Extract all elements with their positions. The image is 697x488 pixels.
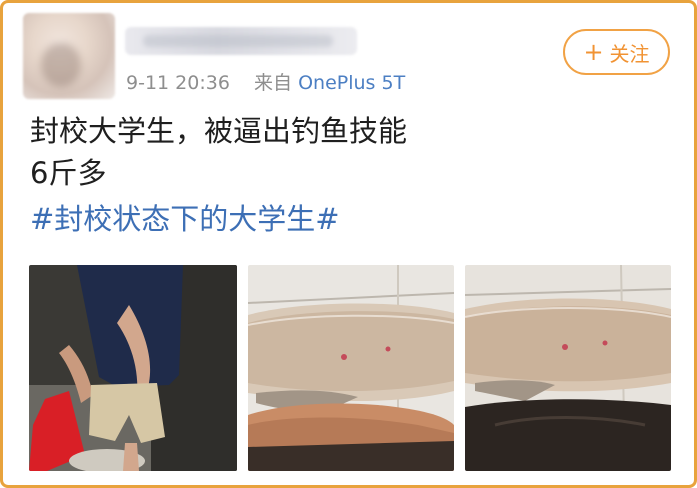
photo-1-image — [29, 265, 237, 471]
photo-2-image — [248, 265, 454, 471]
post-body: 封校大学生，被逼出钓鱼技能 6斤多 — [30, 110, 407, 194]
fish-close-up-photo[interactable] — [465, 265, 671, 471]
photo-3-image — [465, 265, 671, 471]
follow-button[interactable]: + 关注 — [563, 29, 670, 75]
blurred-username[interactable] — [125, 27, 357, 55]
weibo-post-card: 9-11 20:36 来自 OnePlus 5T + 关注 封校大学生，被逼出钓… — [0, 0, 697, 488]
user-avatar[interactable] — [23, 13, 115, 99]
post-meta: 9-11 20:36 来自 OnePlus 5T — [126, 71, 405, 95]
post-timestamp: 9-11 20:36 — [126, 72, 230, 94]
fish-on-floor-photo[interactable] — [248, 265, 454, 471]
post-text-line-1: 封校大学生，被逼出钓鱼技能 — [30, 114, 408, 148]
hashtag-link[interactable]: #封校状态下的大学生# — [30, 198, 340, 240]
source-device-link[interactable]: OnePlus 5T — [298, 72, 405, 94]
student-with-fish-photo[interactable] — [29, 265, 237, 471]
source-prefix: 来自 — [254, 72, 293, 94]
plus-icon: + — [583, 38, 604, 66]
post-text-line-2: 6斤多 — [30, 156, 107, 190]
follow-label: 关注 — [609, 41, 650, 66]
